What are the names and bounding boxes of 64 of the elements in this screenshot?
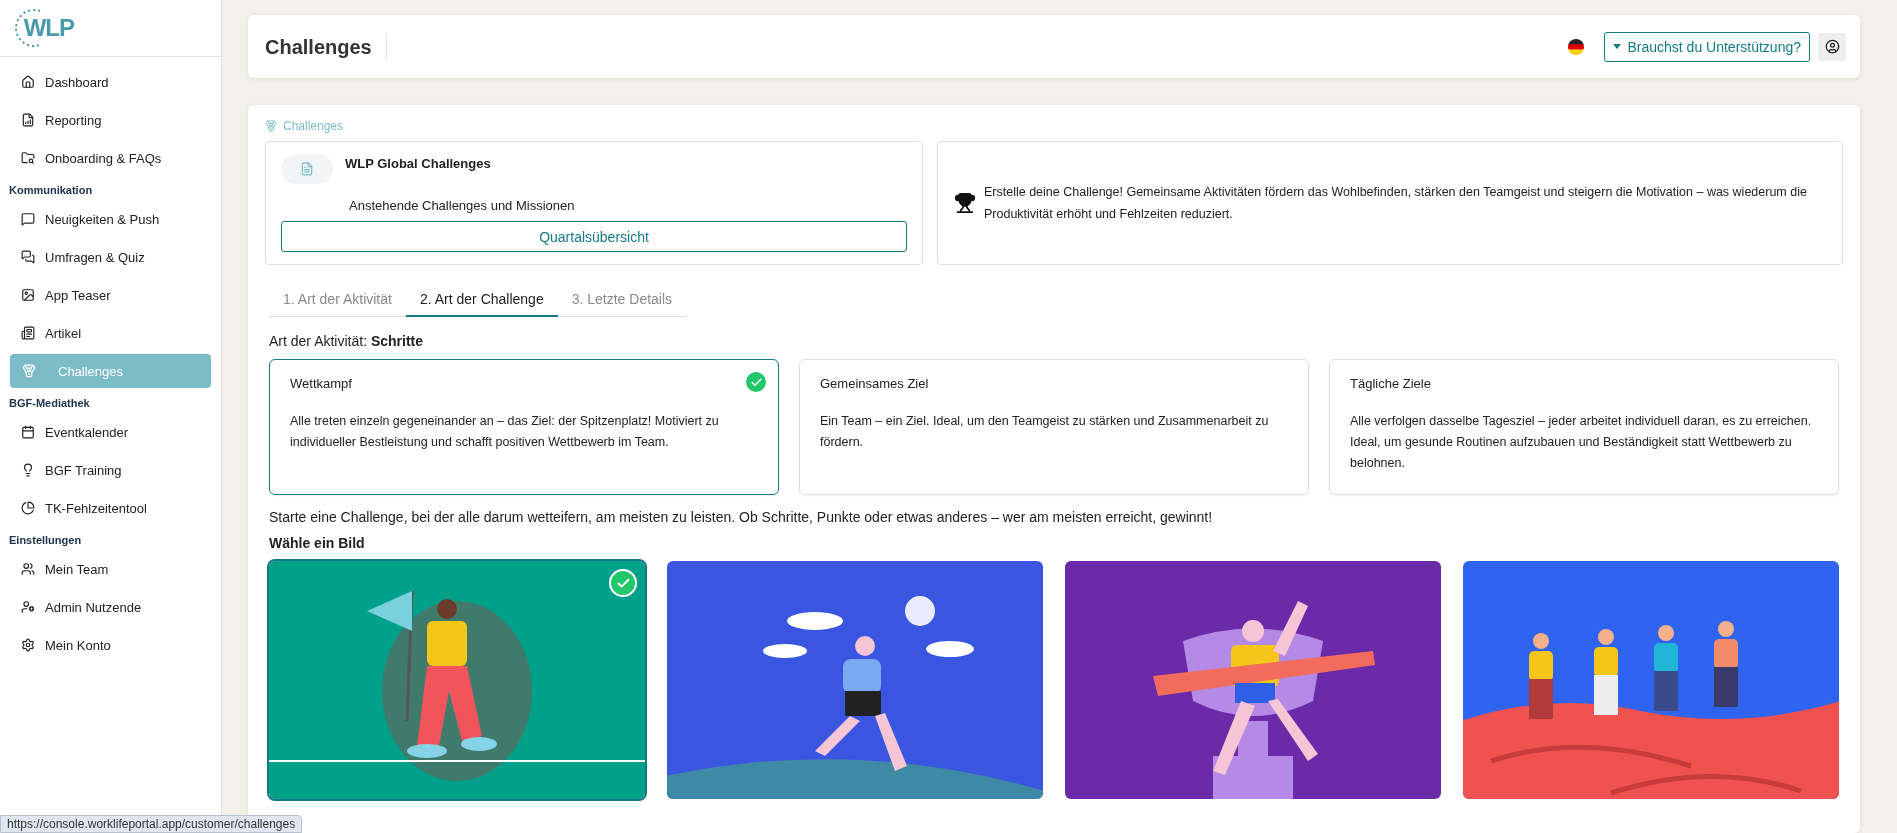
sidebar-item[interactable]: Reporting xyxy=(10,103,211,137)
sidebar-item[interactable]: Mein Team xyxy=(10,552,211,586)
people-icon xyxy=(21,562,35,576)
chat-icon xyxy=(21,212,35,226)
image-icon xyxy=(21,288,35,302)
flag-icon[interactable] xyxy=(1568,38,1585,55)
challenge-type-card[interactable]: Tägliche Ziele Alle verfolgen dasselbe Tagesziel – jeder arbeitet individuell daran, es zu erreichen. Ideal, um gesunde Routinen aufzubauen und Beständigkeit statt Wettbewerb zu belohnen. xyxy=(1329,359,1839,495)
trophy-icon xyxy=(954,192,976,214)
section-heading: Wähle ein Bild xyxy=(269,535,366,551)
calendar-icon xyxy=(21,425,35,439)
info-text: Erstelle deine Challenge! Gemeinsame Aktivitäten fördern das Wohlbefinden, stärken den Teamgeist und steigern die Motivation – was wiederum die Produktivität erhöht und Fehlzeiten reduziert. xyxy=(984,184,1808,223)
sidebar-item[interactable]: Onboarding & FAQs xyxy=(10,141,211,175)
challenge-type-description: Alle treten einzeln gegeneinander an – das Ziel: der Spitzenplatz! Motiviert zu individueller Bestleistung und schafft positiven Wettbewerb im Team. xyxy=(290,413,720,451)
image-option[interactable] xyxy=(1463,561,1839,799)
medal-icon xyxy=(265,120,277,132)
section-heading: BGF-Mediathek xyxy=(8,396,91,411)
image-option[interactable] xyxy=(1065,561,1441,799)
medal-icon xyxy=(22,364,36,378)
sidebar-item[interactable]: Umfragen & Quiz xyxy=(10,240,211,274)
resource-subtitle: Anstehende Challenges und Missionen xyxy=(349,198,576,213)
settings-icon xyxy=(21,638,35,652)
pdf-icon xyxy=(281,154,333,184)
step-tab[interactable]: 1. Art der Aktivität xyxy=(269,283,406,317)
sidebar-item[interactable]: Neuigkeiten & Push xyxy=(10,202,211,236)
section-heading: Kommunikation xyxy=(8,183,94,198)
pie-chart-icon xyxy=(21,501,35,515)
sidebar-item[interactable]: Eventkalender xyxy=(10,415,211,449)
newspaper-icon xyxy=(21,326,35,340)
user-icon[interactable] xyxy=(1818,32,1846,61)
overview-button[interactable]: Quartalsübersicht xyxy=(281,221,907,252)
folder-search-icon xyxy=(21,151,35,165)
check-icon xyxy=(609,569,637,597)
challenge-type-title: Wettkampf xyxy=(290,376,353,391)
status-url: https://console.worklifeportal.app/customer/challenges xyxy=(0,815,303,833)
section-heading: Einstellungen xyxy=(8,533,83,548)
challenge-type-description: Ein Team – ein Ziel. Ideal, um den Teamgeist zu stärken und Zusammenarbeit zu fördern. xyxy=(820,413,1270,451)
image-option[interactable] xyxy=(269,561,645,799)
speech-bubbles-icon xyxy=(21,250,35,264)
sidebar-item[interactable]: TK-Fehlzeitentool xyxy=(10,491,211,525)
report-icon xyxy=(21,113,35,127)
step-tab[interactable]: 3. Letzte Details xyxy=(557,283,687,317)
sidebar-item[interactable]: Artikel xyxy=(10,316,211,350)
resource-title: WLP Global Challenges xyxy=(345,156,491,173)
challenge-type-card[interactable]: Gemeinsames Ziel Ein Team – ein Ziel. Ideal, um den Teamgeist zu stärken und Zusammenarbeit zu fördern. xyxy=(799,359,1309,495)
lightbulb-icon xyxy=(21,463,35,477)
challenge-type-description: Alle verfolgen dasselbe Tagesziel – jeder arbeitet individuell daran, es zu erreichen. Ideal, um gesunde Routinen aufzubauen und Beständigkeit statt Wettbewerb zu belohnen. xyxy=(1350,413,1813,472)
page-title: Challenges xyxy=(265,34,387,59)
help-button[interactable]: Brauchst du Unterstützung? xyxy=(1604,31,1810,62)
step-tab[interactable]: 2. Art der Challenge xyxy=(405,283,558,317)
caret-icon xyxy=(1613,44,1622,49)
challenge-type-card[interactable]: Wettkampf Alle treten einzeln gegeneinander an – das Ziel: der Spitzenplatz! Motiviert zu individueller Bestleistung und schafft positiven Wettbewerb im Team. xyxy=(269,359,779,495)
sidebar-item[interactable]: Dashboard xyxy=(10,65,211,99)
check-icon xyxy=(744,370,768,394)
sidebar-item[interactable]: Admin Nutzende xyxy=(10,590,211,624)
home-icon xyxy=(21,75,35,89)
challenge-type-title: Gemeinsames Ziel xyxy=(820,376,930,391)
sidebar-item[interactable]: Mein Konto xyxy=(10,628,211,662)
challenge-type-title: Tägliche Ziele xyxy=(1350,376,1432,391)
user-gear-icon xyxy=(21,600,35,614)
sidebar-item[interactable]: BGF Training xyxy=(10,453,211,487)
sidebar-item[interactable]: App Teaser xyxy=(10,278,211,312)
activity-label: Art der Aktivität: Schritte xyxy=(269,333,425,349)
type-description: Starte eine Challenge, bei der alle darum wetteifern, am meisten zu leisten. Ob Schritte, Punkte oder etwas anderes – wer am meisten erreicht, gewinnt! xyxy=(269,509,1214,525)
logo: WLP xyxy=(12,7,74,49)
